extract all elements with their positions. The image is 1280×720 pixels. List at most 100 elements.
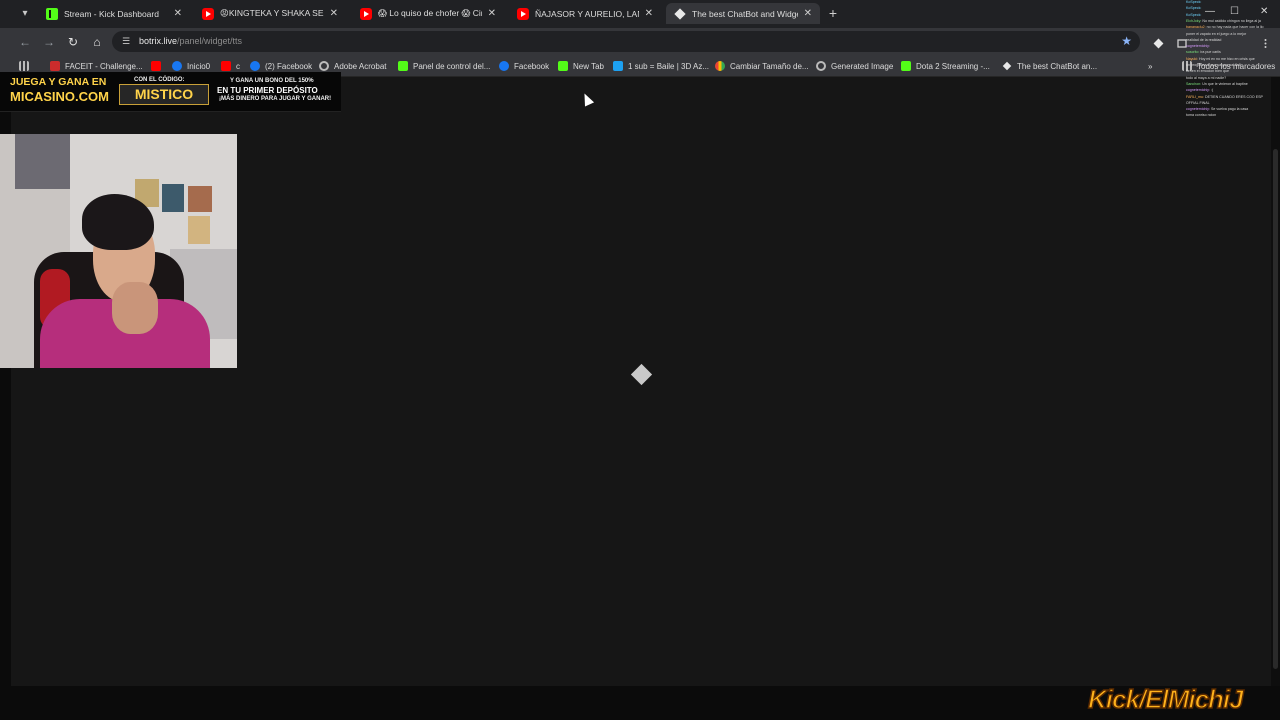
url-text[interactable]: botrix.live/panel/widget/tts xyxy=(139,36,242,46)
cam-poster xyxy=(188,186,212,212)
site-info-icon[interactable]: ☰ xyxy=(120,35,132,47)
tab-kingteka[interactable]: 😡KINGTEKA Y SHAKA SE TIRAN ✕ xyxy=(194,3,346,24)
chat-username: cognetemichiy: xyxy=(1186,88,1211,93)
close-icon[interactable]: ✕ xyxy=(488,8,496,19)
tab-kick-dashboard[interactable]: Stream - Kick Dashboard ✕ xyxy=(38,3,190,24)
chat-message: Nayuki: Hoy mi ex no me hizo en crisis q… xyxy=(1186,57,1255,62)
botrix-extension-icon[interactable] xyxy=(1153,36,1164,49)
chat-username: Nayuki: xyxy=(1186,56,1199,61)
chat-text: :( xyxy=(1210,88,1214,93)
scrollbar-thumb[interactable] xyxy=(1273,149,1278,669)
chat-text: realidad de la realidad xyxy=(1186,37,1222,42)
close-icon[interactable]: ✕ xyxy=(645,8,653,19)
chat-overlay: KoSpeck: KoSpeck: KoSpeck: ElchJoky: No … xyxy=(1186,0,1280,124)
faceit-icon xyxy=(50,61,60,71)
chat-text: todo al maya a mi nadie? xyxy=(1186,75,1227,80)
bookmark-generated-image[interactable]: Generated Image xyxy=(816,60,893,72)
chat-username: FARLI_mu: xyxy=(1186,94,1205,99)
bookmark-faceit[interactable]: FACEIT - Challenge... xyxy=(50,60,143,72)
bookmark-adobe[interactable]: Adobe Acrobat xyxy=(319,60,386,72)
chat-message: tienen el emocion bien que xyxy=(1186,69,1229,74)
bookmark-c[interactable]: c xyxy=(221,60,240,72)
tab-label: Stream - Kick Dashboard xyxy=(64,8,159,19)
bookmark-youtube[interactable] xyxy=(151,60,166,72)
botrix-icon xyxy=(674,8,686,20)
bookmark-star-icon[interactable]: ★ xyxy=(1121,34,1132,48)
google-icon xyxy=(715,61,725,71)
bookmark-facebook[interactable]: Facebook xyxy=(499,60,549,72)
chat-username: KoSpeck: xyxy=(1186,0,1202,4)
tab-najasor[interactable]: ÑAJASOR Y AURELIO, LANZAN ✕ xyxy=(509,3,661,24)
screen: ▾ Stream - Kick Dashboard ✕ 😡KINGTEKA Y … xyxy=(0,0,1280,720)
chat-text: No mul asidido chingon no llega al ja xyxy=(1202,18,1261,23)
bookmark-1sub[interactable]: 1 sub = Baile | 3D Az... xyxy=(613,60,709,72)
chat-message: KoSpeck: xyxy=(1186,0,1201,5)
chat-username: cognetemichiy: xyxy=(1186,107,1211,112)
chat-username: KoSpeck: xyxy=(1186,6,1202,11)
bookmark-facebook-2[interactable]: (2) Facebook xyxy=(250,60,312,72)
tab-label: ÑAJASOR Y AURELIO, LANZAN xyxy=(535,8,639,19)
bookmark-dota2[interactable]: Dota 2 Streaming -... xyxy=(901,60,990,72)
bookmark-site-icon xyxy=(613,61,623,71)
chat-message: Sanchon: Un que le vinieron al baptine xyxy=(1186,82,1248,87)
close-icon[interactable]: ✕ xyxy=(174,8,182,19)
back-icon[interactable]: ← xyxy=(17,34,33,50)
chat-message: un programa a que ya que pal 8v8 xyxy=(1186,63,1241,68)
home-icon[interactable]: ⌂ xyxy=(89,34,105,50)
chat-text: Un que le vinieron al baptine xyxy=(1202,81,1248,86)
globe-icon xyxy=(319,61,329,71)
chat-message: cognetemichiy: Se vuelva pagu la casa xyxy=(1186,107,1248,112)
close-icon[interactable]: ✕ xyxy=(804,8,812,19)
globe-icon xyxy=(816,61,826,71)
tab-label: The best ChatBot and Widgets f xyxy=(692,8,798,19)
youtube-icon xyxy=(221,61,231,71)
tab-strip: ▾ Stream - Kick Dashboard ✕ 😡KINGTEKA Y … xyxy=(0,0,1280,28)
chat-message: suscrito: ira pue cariis xyxy=(1186,50,1221,55)
more-bookmarks-button[interactable]: » xyxy=(1148,60,1152,72)
chat-message: KoSpeck: xyxy=(1186,13,1201,18)
page-scrollbar[interactable] xyxy=(1271,77,1280,686)
facebook-icon xyxy=(250,61,260,71)
kick-icon xyxy=(901,61,911,71)
chat-message: cognetemichiy: :( xyxy=(1186,88,1213,93)
bookmark-panel-control[interactable]: Panel de control del... xyxy=(398,60,490,72)
cam-poster xyxy=(188,216,210,244)
new-tab-button[interactable]: + xyxy=(826,5,840,21)
chat-text: DETIEN CUANDO ERES COO ESP xyxy=(1204,94,1263,99)
facebook-icon xyxy=(172,61,182,71)
bookmark-inicio[interactable]: Inicio0 xyxy=(172,60,210,72)
chat-message: KoSpeck: xyxy=(1186,6,1201,11)
bookmark-cambiar[interactable]: Cambiar Tamaño de... xyxy=(715,60,809,72)
tab-botrix[interactable]: The best ChatBot and Widgets f ✕ xyxy=(666,3,820,24)
bookmark-new-tab[interactable]: New Tab xyxy=(558,60,604,72)
cam-poster xyxy=(162,184,184,212)
address-bar[interactable]: ☰ botrix.live/panel/widget/tts ★ xyxy=(112,31,1140,52)
reload-icon[interactable]: ↻ xyxy=(65,34,81,50)
chat-message: cognetemichiy: xyxy=(1186,44,1210,49)
cam-person-hand xyxy=(112,282,158,334)
close-icon[interactable]: ✕ xyxy=(330,8,338,19)
apps-grid-icon[interactable] xyxy=(19,60,34,72)
forward-icon[interactable]: → xyxy=(41,34,57,50)
youtube-icon xyxy=(151,61,161,71)
facebook-icon xyxy=(499,61,509,71)
chat-text: tienen el emocion bien que xyxy=(1186,69,1229,74)
chat-username: KoSpeck: xyxy=(1186,12,1202,17)
kick-icon xyxy=(558,61,568,71)
tab-lo-quiso[interactable]: 😱 Lo quiso de chofer 😱 Cirilo ✕ xyxy=(352,3,504,24)
tab-search-icon[interactable]: ▾ xyxy=(16,5,34,23)
chat-message: toma conriso ncion xyxy=(1186,113,1216,118)
banner-promo3: ¡MÁS DINERO PARA JUGAR Y GANAR! xyxy=(219,96,332,102)
chat-text: toma conriso ncion xyxy=(1186,113,1217,118)
browser-toolbar: ← → ↻ ⌂ ☰ botrix.live/panel/widget/tts ★ xyxy=(0,28,1280,55)
channel-watermark: Kick/ElMichiJ xyxy=(1087,683,1272,718)
chat-text: OFFIAL FINAL xyxy=(1186,100,1210,105)
webcam-feed xyxy=(0,134,237,368)
youtube-icon xyxy=(202,7,214,20)
bookmark-botrix[interactable]: The best ChatBot an... xyxy=(1002,60,1097,72)
chat-message: FARLI_mu: DETIEN CUANDO ERES COO ESP xyxy=(1186,95,1263,100)
chat-message: ElchJoky: No mul asidido chingon no lleg… xyxy=(1186,19,1261,24)
tab-label: 😱 Lo quiso de chofer 😱 Cirilo xyxy=(378,8,482,18)
chat-message: todo al maya a mi nadie? xyxy=(1186,76,1226,81)
chat-text: ira pue cariis xyxy=(1200,50,1221,55)
